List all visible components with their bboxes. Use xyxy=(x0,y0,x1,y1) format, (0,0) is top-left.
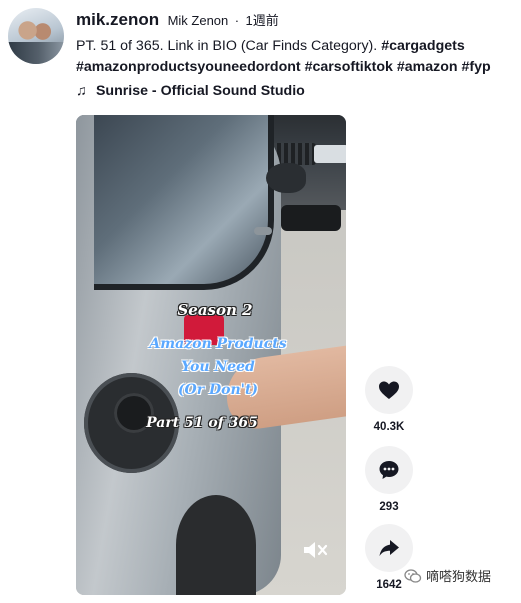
share-button[interactable] xyxy=(365,524,413,572)
video-car-handle xyxy=(254,227,272,235)
video-car-window xyxy=(94,115,274,290)
speaker-muted-icon[interactable] xyxy=(302,540,328,560)
hashtag-link[interactable]: #carsoftiktok xyxy=(305,59,393,75)
comment-button[interactable] xyxy=(365,446,413,494)
like-count: 40.3K xyxy=(373,421,405,433)
author-username[interactable]: mik.zenon xyxy=(76,10,159,29)
watermark: 嘀嗒狗数据 xyxy=(404,566,491,585)
hashtag-link[interactable]: #amazonproductsyouneedordont xyxy=(76,59,301,75)
heart-icon xyxy=(379,381,399,399)
video-truck-headlight xyxy=(314,145,346,163)
hashtag-link[interactable]: #amazon xyxy=(397,59,458,75)
overlay-title-line: (Or Don't) xyxy=(177,382,259,398)
overlay-season: Season 2 xyxy=(177,301,253,319)
overlay-part: Part 51 of 365 xyxy=(146,415,258,431)
caption-text: PT. 51 of 365. Link in BIO (Car Finds Ca… xyxy=(76,38,378,54)
video-player[interactable]: Season 2 Amazon Products You Need (Or Do… xyxy=(76,115,346,595)
video-caption: PT. 51 of 365. Link in BIO (Car Finds Ca… xyxy=(76,36,516,78)
music-link[interactable]: ♫ Sunrise - Official Sound Studio xyxy=(76,83,305,99)
comment-count: 293 xyxy=(379,501,399,513)
author-avatar[interactable] xyxy=(8,8,64,64)
author-nickname: Mik Zenon xyxy=(167,13,229,28)
video-car-mirror xyxy=(266,163,306,193)
overlay-title: Amazon Products You Need (Or Don't) xyxy=(90,333,346,402)
share-icon xyxy=(379,540,399,556)
hashtag-link[interactable]: #fyp xyxy=(462,59,491,75)
like-button[interactable] xyxy=(365,366,413,414)
post-time: 1週前 xyxy=(245,13,279,28)
hashtag-link[interactable]: #cargadgets xyxy=(381,38,465,54)
video-car-tire xyxy=(176,495,256,595)
like-action: 40.3K xyxy=(361,366,417,433)
overlay-title-line: You Need xyxy=(181,359,255,375)
comment-icon xyxy=(379,461,399,479)
music-title: Sunrise - Official Sound Studio xyxy=(95,83,305,99)
watermark-text: 嘀嗒狗数据 xyxy=(426,569,492,584)
separator-dot: · xyxy=(234,13,240,28)
video-truck-wheel xyxy=(281,205,341,231)
comment-action: 293 xyxy=(361,446,417,513)
overlay-title-line: Amazon Products xyxy=(149,336,287,352)
author-line: mik.zenon Mik Zenon · 1週前 xyxy=(76,10,279,30)
wechat-icon xyxy=(404,568,422,583)
music-note-icon: ♫ xyxy=(76,83,87,99)
